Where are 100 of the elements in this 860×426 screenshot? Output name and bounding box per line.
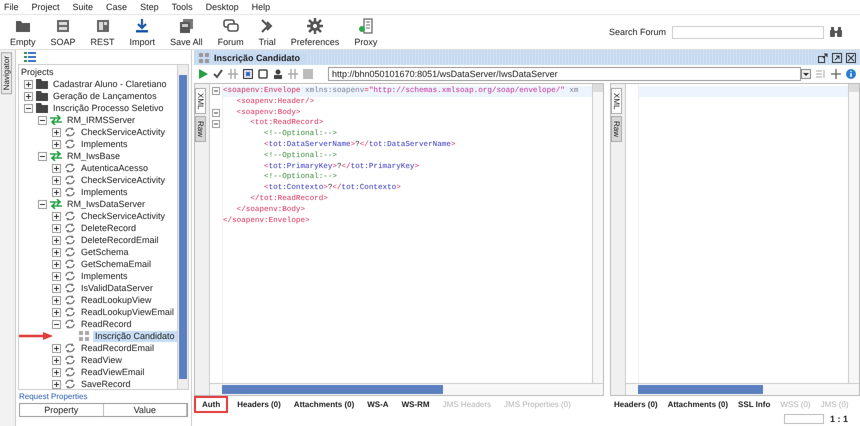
panel-tab[interactable]: Auth	[196, 398, 226, 410]
tree-item[interactable]: CheckServiceActivity	[79, 174, 168, 186]
menu-item[interactable]: Tools	[172, 2, 200, 12]
toolbar-button[interactable]: Import	[124, 18, 162, 46]
collapse-icon[interactable]	[52, 320, 61, 328]
collapse-icon[interactable]	[24, 104, 33, 112]
menu-item[interactable]: Desktop	[206, 2, 246, 12]
scrollbar[interactable]	[210, 383, 603, 395]
window-icon[interactable]	[243, 69, 253, 79]
menu-item[interactable]: File	[4, 2, 26, 12]
play-icon[interactable]	[198, 69, 208, 79]
tree-item[interactable]: GetSchemaEmail	[79, 258, 154, 270]
column-header[interactable]: Property	[20, 404, 104, 416]
check-icon[interactable]	[213, 69, 223, 79]
tree-item[interactable]: RM_IwsBase	[65, 150, 122, 162]
tree-root-label[interactable]: Projects	[19, 66, 177, 78]
tree-item[interactable]: IsValidDataServer	[79, 282, 155, 294]
menu-item[interactable]: Suite	[72, 2, 100, 12]
fold-icon[interactable]	[212, 108, 220, 117]
tree-item[interactable]: AutenticaAcesso	[79, 162, 150, 174]
view-tab[interactable]: XML	[611, 88, 622, 114]
toolbar-button[interactable]: SOAP	[44, 18, 82, 46]
expand-icon[interactable]	[52, 128, 61, 136]
expand-icon[interactable]	[52, 248, 61, 256]
navigator-tab[interactable]: Navigator	[1, 52, 12, 94]
panel-tab[interactable]: SSL Info	[736, 398, 772, 410]
tree-item[interactable]: CheckServiceActivity	[79, 126, 168, 138]
expand-icon[interactable]	[52, 368, 61, 376]
menu-item[interactable]: Case	[106, 2, 134, 12]
fold-icon[interactable]	[212, 120, 220, 128]
tree-item[interactable]: ReadView	[79, 354, 124, 366]
tree-item[interactable]: ReadRecordEmail	[79, 342, 156, 354]
expand-icon[interactable]	[52, 296, 61, 304]
expand-icon[interactable]	[52, 140, 61, 148]
panel-tab[interactable]: Headers (0)	[235, 398, 283, 410]
search-field[interactable]	[672, 26, 824, 38]
panel-tab[interactable]: WS-A	[365, 398, 391, 410]
toolbar-button[interactable]: Save All	[164, 18, 209, 46]
collapse-icon[interactable]	[38, 152, 47, 160]
plus-icon[interactable]	[831, 69, 841, 79]
tree-item[interactable]: RM_IRMSServer	[65, 114, 138, 126]
expand-icon[interactable]	[52, 356, 61, 364]
tree-item[interactable]: DeleteRecordEmail	[79, 234, 161, 246]
tree-item[interactable]: SaveRecord	[79, 378, 133, 389]
tree-item[interactable]: DeleteRecord	[79, 222, 138, 234]
toolbar-button[interactable]: Empty	[4, 18, 42, 46]
url-field[interactable]: http://bhn050101670:8051/wsDataServer/IwsDataServer	[328, 67, 801, 81]
expand-icon[interactable]	[24, 80, 33, 88]
panel-tab[interactable]: WS-RM	[400, 398, 432, 410]
menu-item[interactable]: Step	[140, 2, 166, 12]
binoculars-icon[interactable]	[830, 27, 842, 37]
panel-tab[interactable]: Attachments (0)	[292, 398, 356, 410]
toolbar-button[interactable]: Preferences	[284, 18, 346, 46]
tree-view-icon[interactable]	[24, 52, 36, 62]
fold-icon[interactable]	[212, 87, 220, 96]
expand-icon[interactable]	[52, 224, 61, 232]
toolbar-button[interactable]: REST	[84, 18, 121, 46]
info-icon[interactable]	[846, 69, 856, 79]
detach-icon[interactable]	[818, 52, 828, 62]
scrollbar[interactable]	[592, 84, 603, 383]
tree-item[interactable]: RM_IwsDataServer	[65, 198, 148, 210]
expand-icon[interactable]	[24, 92, 33, 100]
tree-item[interactable]: Implements	[79, 186, 130, 198]
tree-item[interactable]: Inscrição Candidato	[93, 330, 177, 342]
scrollbar[interactable]	[848, 84, 859, 383]
expand-icon[interactable]	[52, 164, 61, 172]
collapse-icon[interactable]	[38, 116, 47, 124]
panel-tab[interactable]: Attachments (0)	[666, 398, 730, 410]
scrollbar[interactable]	[176, 65, 188, 389]
menu-item[interactable]: Help	[252, 2, 278, 12]
expand-icon[interactable]	[52, 176, 61, 184]
collapse-icon[interactable]	[38, 200, 47, 208]
tree-item[interactable]: Cadastrar Aluno - Claretiano	[51, 78, 169, 90]
view-tab[interactable]: Raw	[611, 116, 622, 142]
toolbar-button[interactable]: Forum	[212, 18, 250, 46]
toolbar-button[interactable]: Proxy	[348, 18, 384, 46]
tree-item[interactable]: ReadRecord	[79, 318, 134, 330]
tree-item[interactable]: ReadLookupViewEmail	[79, 306, 176, 318]
view-tab[interactable]: XML	[195, 88, 206, 114]
expand-icon[interactable]	[52, 380, 61, 388]
scrollbar[interactable]	[626, 383, 859, 395]
menu-item[interactable]: Project	[32, 2, 67, 12]
panel-tab[interactable]: Headers (0)	[612, 398, 660, 410]
expand-icon[interactable]	[52, 212, 61, 220]
expand-icon[interactable]	[52, 236, 61, 244]
expand-icon[interactable]	[52, 260, 61, 268]
tree-item[interactable]: CheckServiceActivity	[79, 210, 168, 222]
maximize-icon[interactable]	[832, 52, 842, 62]
tree-item[interactable]: ReadViewEmail	[79, 366, 146, 378]
close-icon[interactable]	[846, 52, 856, 62]
expand-icon[interactable]	[52, 272, 61, 280]
expand-icon[interactable]	[52, 308, 61, 316]
column-header[interactable]: Value	[104, 404, 187, 416]
tree-item[interactable]: Implements	[79, 138, 130, 150]
expand-icon[interactable]	[52, 284, 61, 292]
expand-icon[interactable]	[52, 188, 61, 196]
square-icon[interactable]	[258, 69, 268, 79]
dropdown-icon[interactable]	[801, 69, 811, 79]
expand-icon[interactable]	[52, 344, 61, 352]
tree-item[interactable]: Geração de Lançamentos	[51, 90, 159, 102]
